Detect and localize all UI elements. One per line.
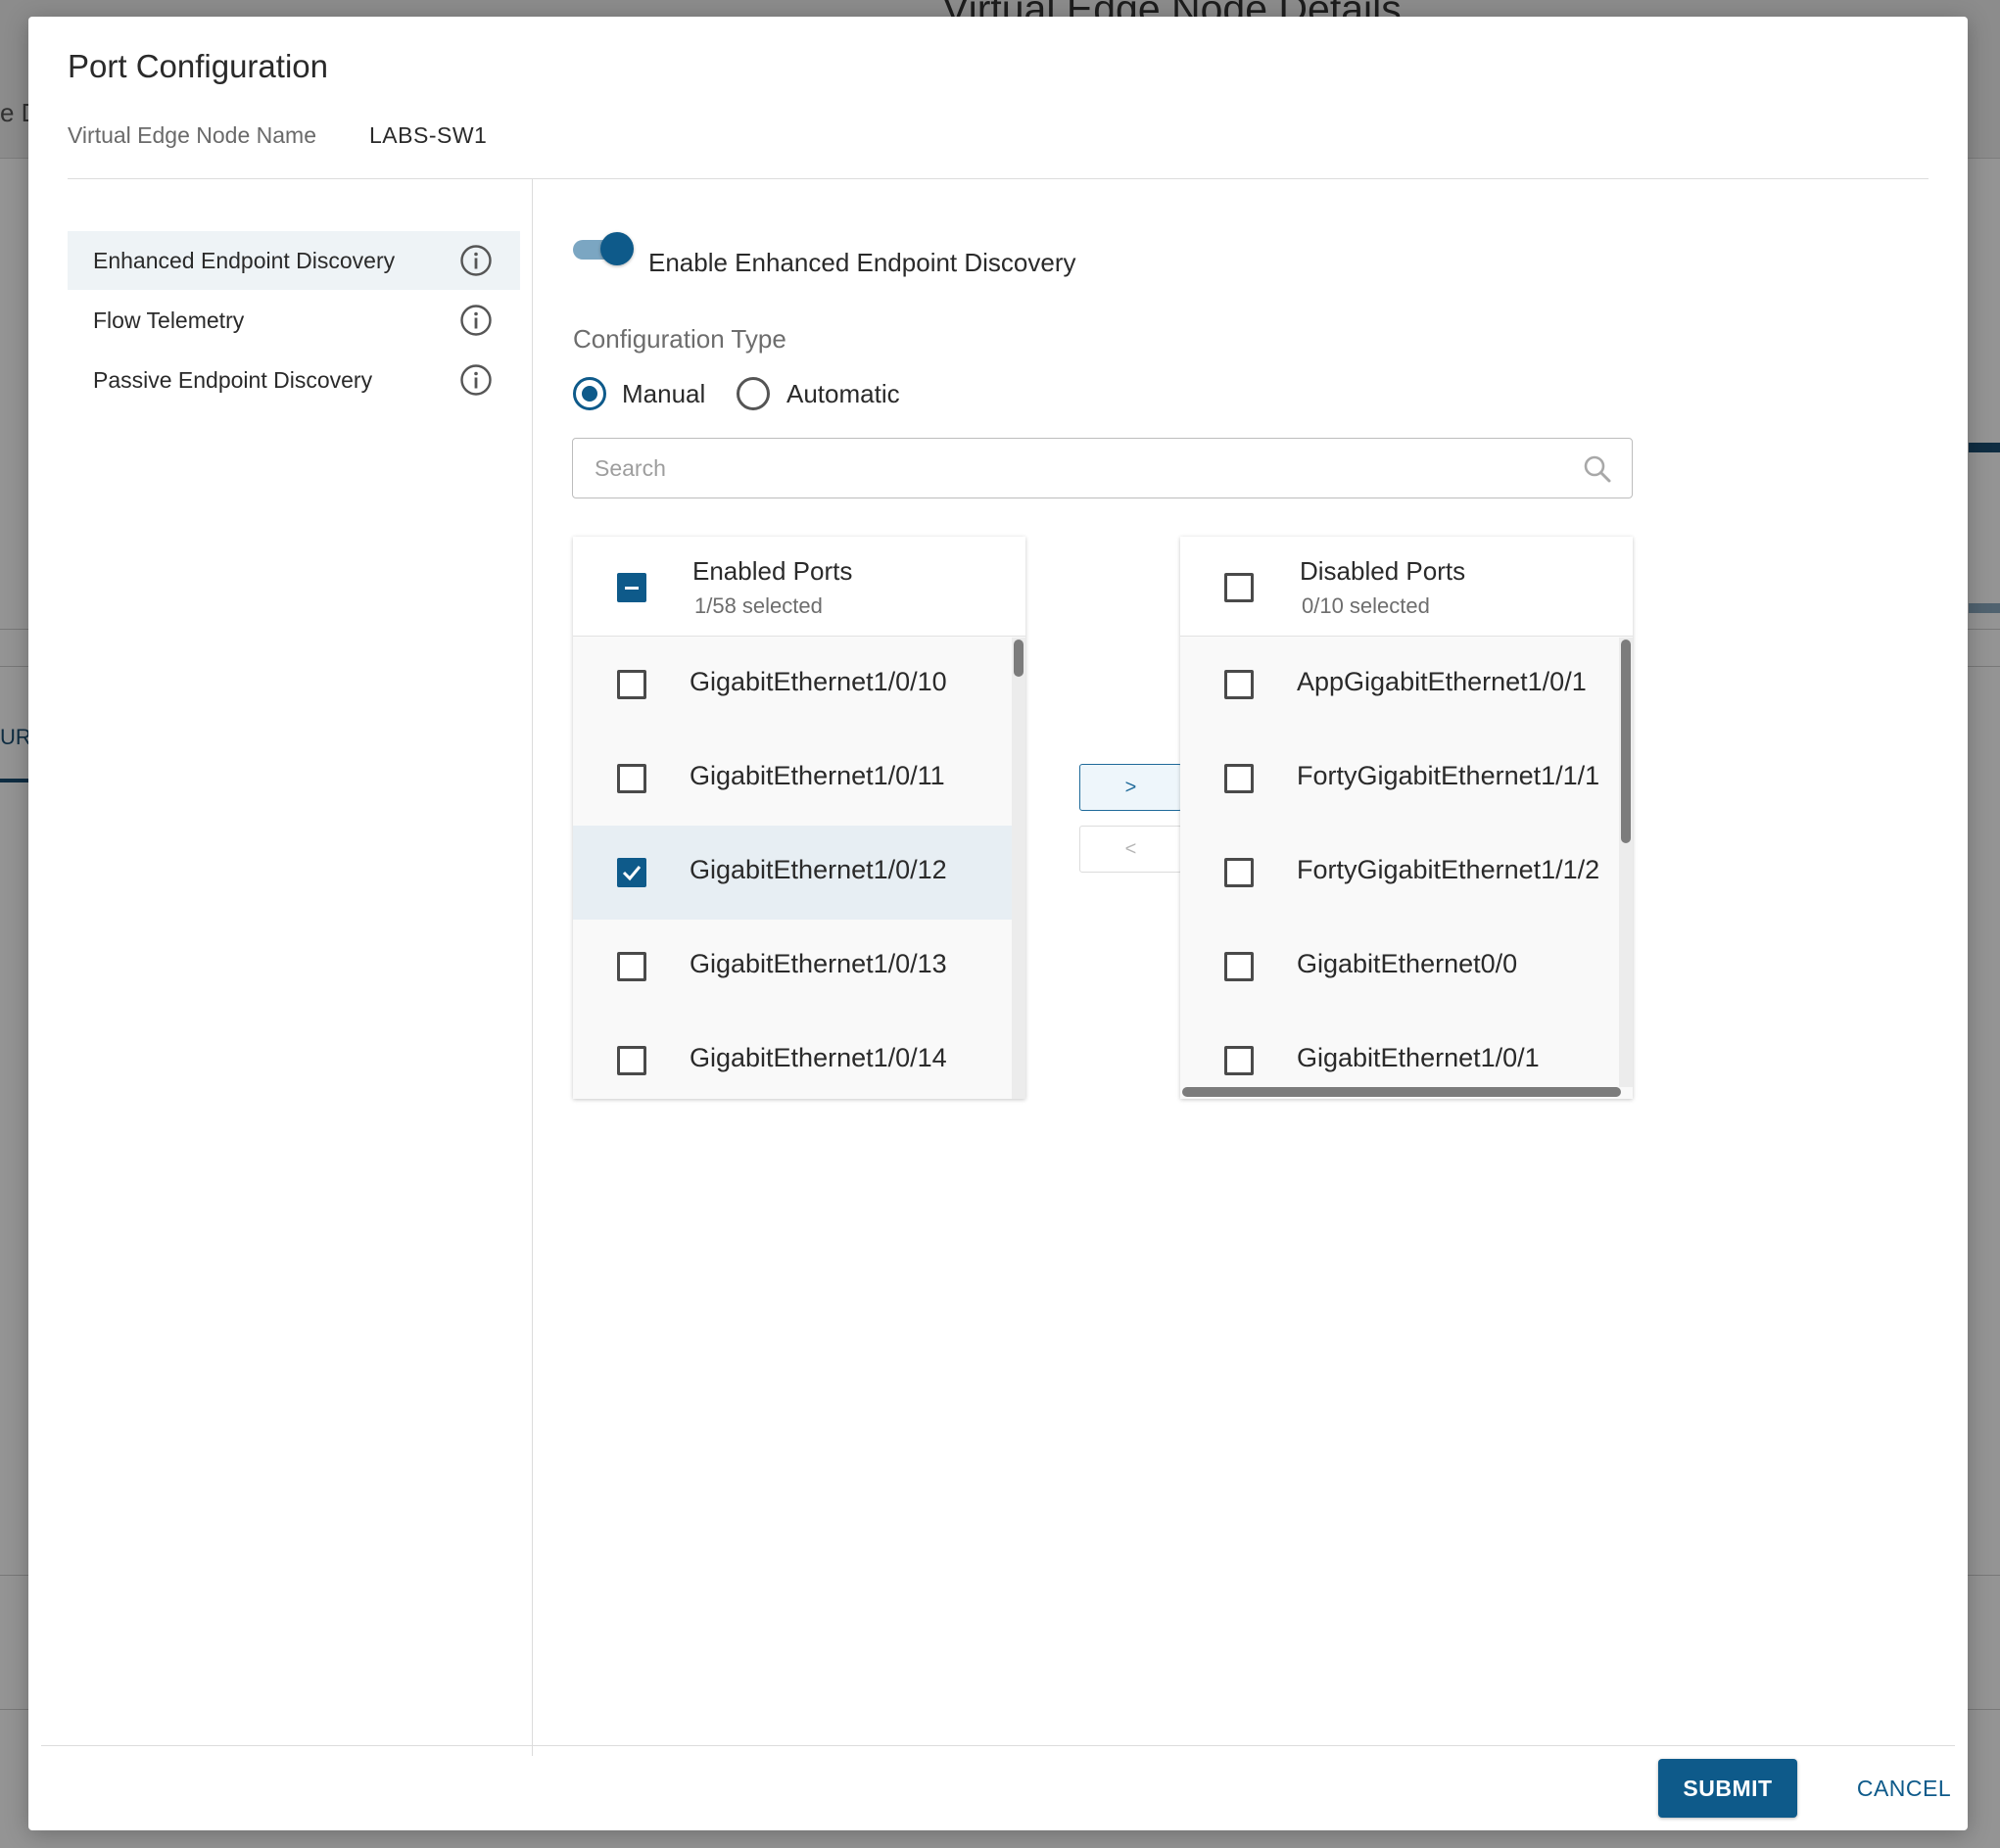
enhanced-discovery-toggle[interactable] bbox=[573, 232, 634, 265]
port-name: GigabitEthernet1/0/12 bbox=[690, 855, 947, 884]
radio-manual[interactable] bbox=[573, 377, 606, 410]
enabled-port-row[interactable]: GigabitEthernet1/0/14 bbox=[573, 1014, 1025, 1099]
port-checkbox[interactable] bbox=[1224, 858, 1254, 887]
disabled-ports-title: Disabled Ports bbox=[1300, 556, 1466, 586]
disabled-port-row[interactable]: GigabitEthernet1/0/1 bbox=[1180, 1014, 1633, 1099]
port-checkbox[interactable] bbox=[617, 764, 646, 793]
scrollbar-thumb[interactable] bbox=[1621, 640, 1631, 843]
node-name-label: Virtual Edge Node Name bbox=[68, 122, 316, 148]
radio-manual-label[interactable]: Manual bbox=[622, 379, 705, 409]
port-name: AppGigabitEthernet1/0/1 bbox=[1297, 667, 1587, 696]
info-icon[interactable] bbox=[459, 304, 493, 337]
port-checkbox[interactable] bbox=[1224, 952, 1254, 981]
enabled-port-row[interactable]: GigabitEthernet1/0/13 bbox=[573, 920, 1025, 1014]
footer-divider bbox=[41, 1745, 1955, 1746]
sidebar-item-flow-telemetry[interactable]: Flow Telemetry bbox=[68, 291, 520, 350]
enabled-ports-rows: GigabitEthernet1/0/10 GigabitEthernet1/0… bbox=[573, 638, 1025, 1099]
disabled-port-row[interactable]: FortyGigabitEthernet1/1/1 bbox=[1180, 732, 1633, 826]
horizontal-scrollbar-thumb[interactable] bbox=[1182, 1087, 1621, 1097]
enabled-port-row[interactable]: GigabitEthernet1/0/10 bbox=[573, 638, 1025, 732]
disabled-ports-header: Disabled Ports 0/10 selected bbox=[1180, 537, 1633, 637]
move-to-enabled-button[interactable]: < bbox=[1079, 826, 1182, 873]
search-input[interactable] bbox=[595, 452, 1554, 484]
enabled-port-row[interactable]: GigabitEthernet1/0/11 bbox=[573, 732, 1025, 826]
disabled-ports-select-all-checkbox[interactable] bbox=[1224, 573, 1254, 602]
submit-button[interactable]: SUBMIT bbox=[1658, 1759, 1797, 1818]
port-checkbox[interactable] bbox=[617, 1046, 646, 1075]
enabled-ports-select-all-checkbox[interactable] bbox=[617, 573, 646, 602]
port-checkbox[interactable] bbox=[1224, 764, 1254, 793]
sidebar-item-passive-endpoint-discovery[interactable]: Passive Endpoint Discovery bbox=[68, 351, 520, 409]
enabled-ports-count: 1/58 selected bbox=[694, 593, 823, 618]
port-checkbox-checked[interactable] bbox=[617, 858, 646, 887]
enabled-port-row[interactable]: GigabitEthernet1/0/12 bbox=[573, 826, 1025, 920]
enabled-ports-header: Enabled Ports 1/58 selected bbox=[573, 537, 1025, 637]
disabled-ports-list: Disabled Ports 0/10 selected AppGigabitE… bbox=[1180, 537, 1633, 1099]
cancel-button[interactable]: CANCEL bbox=[1850, 1759, 1958, 1818]
port-name: GigabitEthernet0/0 bbox=[1297, 949, 1518, 978]
sidebar-item-enhanced-endpoint-discovery[interactable]: Enhanced Endpoint Discovery bbox=[68, 231, 520, 290]
info-icon[interactable] bbox=[459, 244, 493, 277]
info-icon[interactable] bbox=[459, 363, 493, 397]
port-name: GigabitEthernet1/0/10 bbox=[690, 667, 947, 696]
configuration-type-label: Configuration Type bbox=[573, 324, 786, 354]
port-name: GigabitEthernet1/0/11 bbox=[690, 761, 945, 790]
checkmark-icon bbox=[622, 866, 642, 881]
sidebar-item-label: Passive Endpoint Discovery bbox=[93, 366, 373, 393]
port-name: FortyGigabitEthernet1/1/2 bbox=[1297, 855, 1600, 884]
disabled-port-row[interactable]: AppGigabitEthernet1/0/1 bbox=[1180, 638, 1633, 732]
port-name: FortyGigabitEthernet1/1/1 bbox=[1297, 761, 1600, 790]
disabled-ports-count: 0/10 selected bbox=[1302, 593, 1430, 618]
enabled-ports-list: Enabled Ports 1/58 selected GigabitEther… bbox=[573, 537, 1025, 1099]
search-box bbox=[572, 438, 1633, 498]
port-configuration-dialog: Port Configuration Virtual Edge Node Nam… bbox=[28, 17, 1968, 1830]
radio-automatic-label[interactable]: Automatic bbox=[786, 379, 900, 409]
port-checkbox[interactable] bbox=[617, 952, 646, 981]
disabled-port-row[interactable]: GigabitEthernet0/0 bbox=[1180, 920, 1633, 1014]
disabled-port-row[interactable]: FortyGigabitEthernet1/1/2 bbox=[1180, 826, 1633, 920]
enabled-ports-scrollbar[interactable] bbox=[1012, 638, 1025, 1099]
disabled-ports-rows: AppGigabitEthernet1/0/1 FortyGigabitEthe… bbox=[1180, 638, 1633, 1099]
radio-automatic[interactable] bbox=[737, 377, 770, 410]
port-name: GigabitEthernet1/0/13 bbox=[690, 949, 947, 978]
toggle-knob bbox=[600, 232, 634, 265]
sidebar-divider bbox=[532, 179, 533, 1756]
port-checkbox[interactable] bbox=[617, 670, 646, 699]
sidebar-item-label: Enhanced Endpoint Discovery bbox=[93, 247, 396, 273]
node-name-value: LABS-SW1 bbox=[369, 122, 488, 148]
port-name: GigabitEthernet1/0/14 bbox=[690, 1043, 947, 1072]
sidebar-item-label: Flow Telemetry bbox=[93, 307, 245, 333]
enabled-ports-title: Enabled Ports bbox=[692, 556, 853, 586]
header-divider bbox=[68, 178, 1929, 179]
disabled-ports-scrollbar[interactable] bbox=[1619, 638, 1633, 1087]
dialog-title: Port Configuration bbox=[68, 48, 328, 84]
port-name: GigabitEthernet1/0/1 bbox=[1297, 1043, 1540, 1072]
move-to-disabled-button[interactable]: > bbox=[1079, 764, 1182, 811]
toggle-label: Enable Enhanced Endpoint Discovery bbox=[648, 248, 1076, 277]
scrollbar-thumb[interactable] bbox=[1014, 640, 1024, 677]
port-checkbox[interactable] bbox=[1224, 670, 1254, 699]
port-checkbox[interactable] bbox=[1224, 1046, 1254, 1075]
search-icon[interactable] bbox=[1581, 452, 1614, 486]
